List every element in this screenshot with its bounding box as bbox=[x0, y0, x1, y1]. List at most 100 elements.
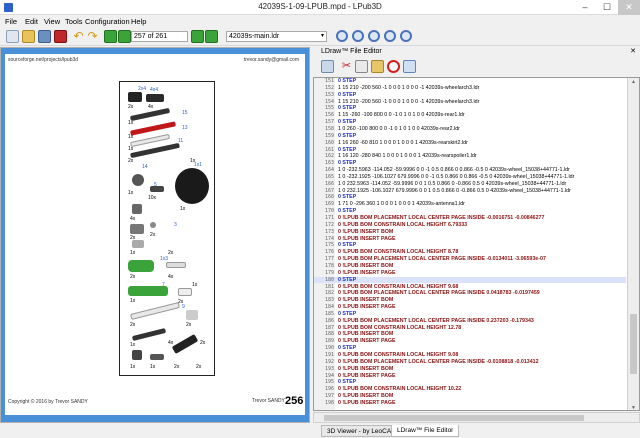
editor-line[interactable]: 189 0 !LPUB INSERT PAGE bbox=[314, 338, 626, 345]
fit-visible-icon[interactable] bbox=[352, 30, 364, 42]
editor-line[interactable]: 196 0 !LPUB BOM CONSTRAIN LOCAL HEIGHT 10… bbox=[314, 386, 626, 393]
editor-line[interactable]: 161 0 STEP bbox=[314, 147, 626, 154]
menu-tools[interactable]: Tools bbox=[65, 17, 83, 26]
page-view[interactable]: sourceforge.net/projects/lpub3d trevor.s… bbox=[0, 47, 310, 423]
next-page-icon[interactable] bbox=[191, 30, 204, 43]
close-icon[interactable]: ✕ bbox=[630, 47, 636, 55]
line-number: 186 bbox=[324, 317, 334, 324]
zoom-out-icon[interactable] bbox=[400, 30, 412, 42]
export-pdf-icon[interactable] bbox=[54, 30, 67, 43]
editor-line[interactable]: 156 1 15 -260 -100 800 0 0 -1 0 1 0 1 0 0… bbox=[314, 112, 626, 119]
line-number: 189 bbox=[324, 338, 334, 345]
minimize-button[interactable]: – bbox=[574, 0, 596, 15]
menu-help[interactable]: Help bbox=[131, 17, 146, 26]
editor-line[interactable]: 180 0 STEP bbox=[314, 276, 626, 284]
redraw-icon[interactable] bbox=[403, 60, 416, 73]
editor-line[interactable]: 182 0 !LPUB BOM PLACEMENT LOCAL CENTER PA… bbox=[314, 290, 626, 297]
editor-line[interactable]: 174 0 !LPUB INSERT PAGE bbox=[314, 236, 626, 243]
tab-ldraw-editor[interactable]: LDraw™ File Editor bbox=[391, 425, 460, 437]
ldraw-text-editor[interactable]: 151 0 STEP 152 1 15 210 -200 560 -1 0 0 0 1… bbox=[313, 77, 640, 411]
editor-line[interactable]: 179 0 !LPUB INSERT PAGE bbox=[314, 270, 626, 277]
editor-line[interactable]: 197 0 !LPUB INSERT BOM bbox=[314, 393, 626, 400]
menu-file[interactable]: File bbox=[5, 17, 17, 26]
menu-view[interactable]: View bbox=[44, 17, 60, 26]
bill-of-materials[interactable]: 2x 4x 1x 1x 1x 2x 1x 10x 1x 4x 2x 2x 1x … bbox=[119, 81, 215, 376]
editor-line[interactable]: 157 0 STEP bbox=[314, 119, 626, 126]
save-file-icon[interactable] bbox=[38, 30, 51, 43]
paste-icon[interactable] bbox=[371, 60, 384, 73]
part-quantity: 2x bbox=[130, 322, 136, 328]
editor-line[interactable]: 178 0 !LPUB INSERT BOM bbox=[314, 263, 626, 270]
zoom-in-icon[interactable] bbox=[384, 30, 396, 42]
part-length-label: 2x4 bbox=[138, 86, 147, 92]
editor-line[interactable]: 192 0 !LPUB BOM PLACEMENT LOCAL CENTER PA… bbox=[314, 359, 626, 366]
editor-line[interactable]: 155 0 STEP bbox=[314, 105, 626, 112]
line-number: 157 bbox=[324, 119, 334, 126]
last-page-icon[interactable] bbox=[205, 30, 218, 43]
editor-line[interactable]: 151 0 STEP bbox=[314, 78, 626, 85]
delete-icon[interactable] bbox=[387, 60, 400, 73]
editor-line[interactable]: 195 0 STEP bbox=[314, 379, 626, 386]
editor-line[interactable]: 169 1 71 0 -296 360 1 0 0 0 1 0 0 0 1 420… bbox=[314, 201, 626, 208]
editor-line[interactable]: 166 1 0 232.5963 -114.052 -59.9996 0 0 1 … bbox=[314, 181, 626, 188]
horizontal-scrollbar[interactable] bbox=[313, 412, 640, 423]
editor-line[interactable]: 186 0 !LPUB BOM PLACEMENT LOCAL CENTER PA… bbox=[314, 318, 626, 325]
redo-icon[interactable]: ↷ bbox=[86, 30, 99, 43]
fit-width-icon[interactable] bbox=[336, 30, 348, 42]
scroll-thumb[interactable] bbox=[324, 415, 584, 421]
editor-line[interactable]: 154 1 15 210 -200 560 -1 0 0 0 1 0 0 0 -1… bbox=[314, 99, 626, 106]
submodel-select[interactable]: 42039s-main.ldr ▾ bbox=[226, 31, 327, 42]
close-button[interactable]: ✕ bbox=[618, 0, 640, 15]
copy-icon[interactable] bbox=[355, 60, 368, 73]
editor-line[interactable]: 172 0 !LPUB BOM CONSTRAIN LOCAL HEIGHT 6.… bbox=[314, 222, 626, 229]
menu-configuration[interactable]: Configuration bbox=[85, 17, 130, 26]
editor-line[interactable]: 185 0 STEP bbox=[314, 311, 626, 318]
editor-line[interactable]: 181 0 !LPUB BOM CONSTRAIN LOCAL HEIGHT 9.… bbox=[314, 284, 626, 291]
actual-size-icon[interactable] bbox=[368, 30, 380, 42]
select-all-icon[interactable] bbox=[321, 60, 334, 73]
open-file-icon[interactable] bbox=[22, 30, 35, 43]
previous-page-icon[interactable] bbox=[118, 30, 131, 43]
page-number-input[interactable]: 257 of 261 bbox=[131, 31, 188, 42]
editor-line[interactable]: 168 0 STEP bbox=[314, 194, 626, 201]
vertical-scrollbar[interactable]: ▲ ▼ bbox=[627, 78, 639, 410]
editor-line[interactable]: 175 0 STEP bbox=[314, 242, 626, 249]
editor-line[interactable]: 164 1 0 -232.5963 -114.052 -59.9996 0 0 -… bbox=[314, 167, 626, 174]
line-text: 0 !LPUB BOM CONSTRAIN LOCAL HEIGHT 10.22 bbox=[338, 386, 462, 393]
editor-line[interactable]: 152 1 15 210 -200 560 -1 0 0 0 1 0 0 0 -1… bbox=[314, 85, 626, 92]
menu-edit[interactable]: Edit bbox=[25, 17, 38, 26]
editor-line[interactable]: 183 0 !LPUB INSERT BOM bbox=[314, 297, 626, 304]
scroll-down-icon[interactable]: ▼ bbox=[631, 405, 636, 410]
editor-line[interactable]: 193 0 !LPUB INSERT BOM bbox=[314, 366, 626, 373]
editor-line[interactable]: 167 1 0 232.1925 -106.1027 679.9996 0 0 1… bbox=[314, 188, 626, 195]
editor-line[interactable]: 187 0 !LPUB BOM CONSTRAIN LOCAL HEIGHT 12… bbox=[314, 325, 626, 332]
editor-line[interactable]: 160 1 16 260 -60 810 1 0 0 0 1 0 0 0 1 42… bbox=[314, 140, 626, 147]
editor-line[interactable]: 173 0 !LPUB INSERT BOM bbox=[314, 229, 626, 236]
scroll-thumb[interactable] bbox=[630, 314, 637, 374]
new-file-icon[interactable] bbox=[6, 30, 19, 43]
line-number: 196 bbox=[324, 386, 334, 393]
editor-line[interactable]: 162 1 16 120 -280 840 1 0 0 0 1 0 0 0 1 4… bbox=[314, 153, 626, 160]
line-text: 0 !LPUB INSERT BOM bbox=[338, 365, 394, 372]
undo-icon[interactable]: ↶ bbox=[72, 30, 85, 43]
editor-line[interactable]: 184 0 !LPUB INSERT PAGE bbox=[314, 304, 626, 311]
editor-line[interactable]: 198 0 !LPUB INSERT PAGE bbox=[314, 400, 626, 407]
first-page-icon[interactable] bbox=[104, 30, 117, 43]
editor-line[interactable]: 171 0 !LPUB BOM PLACEMENT LOCAL CENTER PA… bbox=[314, 215, 626, 222]
editor-line[interactable]: 194 0 !LPUB INSERT PAGE bbox=[314, 373, 626, 380]
editor-line[interactable]: 153 0 STEP bbox=[314, 92, 626, 99]
part-quantity: 4x bbox=[148, 104, 154, 110]
editor-line[interactable]: 165 1 0 -232.1925 -106.1027 679.9996 0 0 … bbox=[314, 174, 626, 181]
editor-line[interactable]: 176 0 !LPUB BOM CONSTRAIN LOCAL HEIGHT 8.… bbox=[314, 249, 626, 256]
scroll-up-icon[interactable]: ▲ bbox=[631, 79, 636, 85]
editor-line[interactable]: 170 0 STEP bbox=[314, 208, 626, 215]
editor-line[interactable]: 163 0 STEP bbox=[314, 160, 626, 167]
editor-line[interactable]: 190 0 STEP bbox=[314, 345, 626, 352]
cut-icon[interactable]: ✂ bbox=[340, 60, 353, 73]
editor-line[interactable]: 158 1 0 260 -100 800 0 0 -1 0 1 0 1 0 0 4… bbox=[314, 126, 626, 133]
editor-line[interactable]: 177 0 !LPUB BOM PLACEMENT LOCAL CENTER PA… bbox=[314, 256, 626, 263]
editor-line[interactable]: 159 0 STEP bbox=[314, 133, 626, 140]
editor-line[interactable]: 191 0 !LPUB BOM CONSTRAIN LOCAL HEIGHT 9.… bbox=[314, 352, 626, 359]
maximize-button[interactable]: ☐ bbox=[596, 0, 618, 15]
editor-line[interactable]: 188 0 !LPUB INSERT BOM bbox=[314, 331, 626, 338]
